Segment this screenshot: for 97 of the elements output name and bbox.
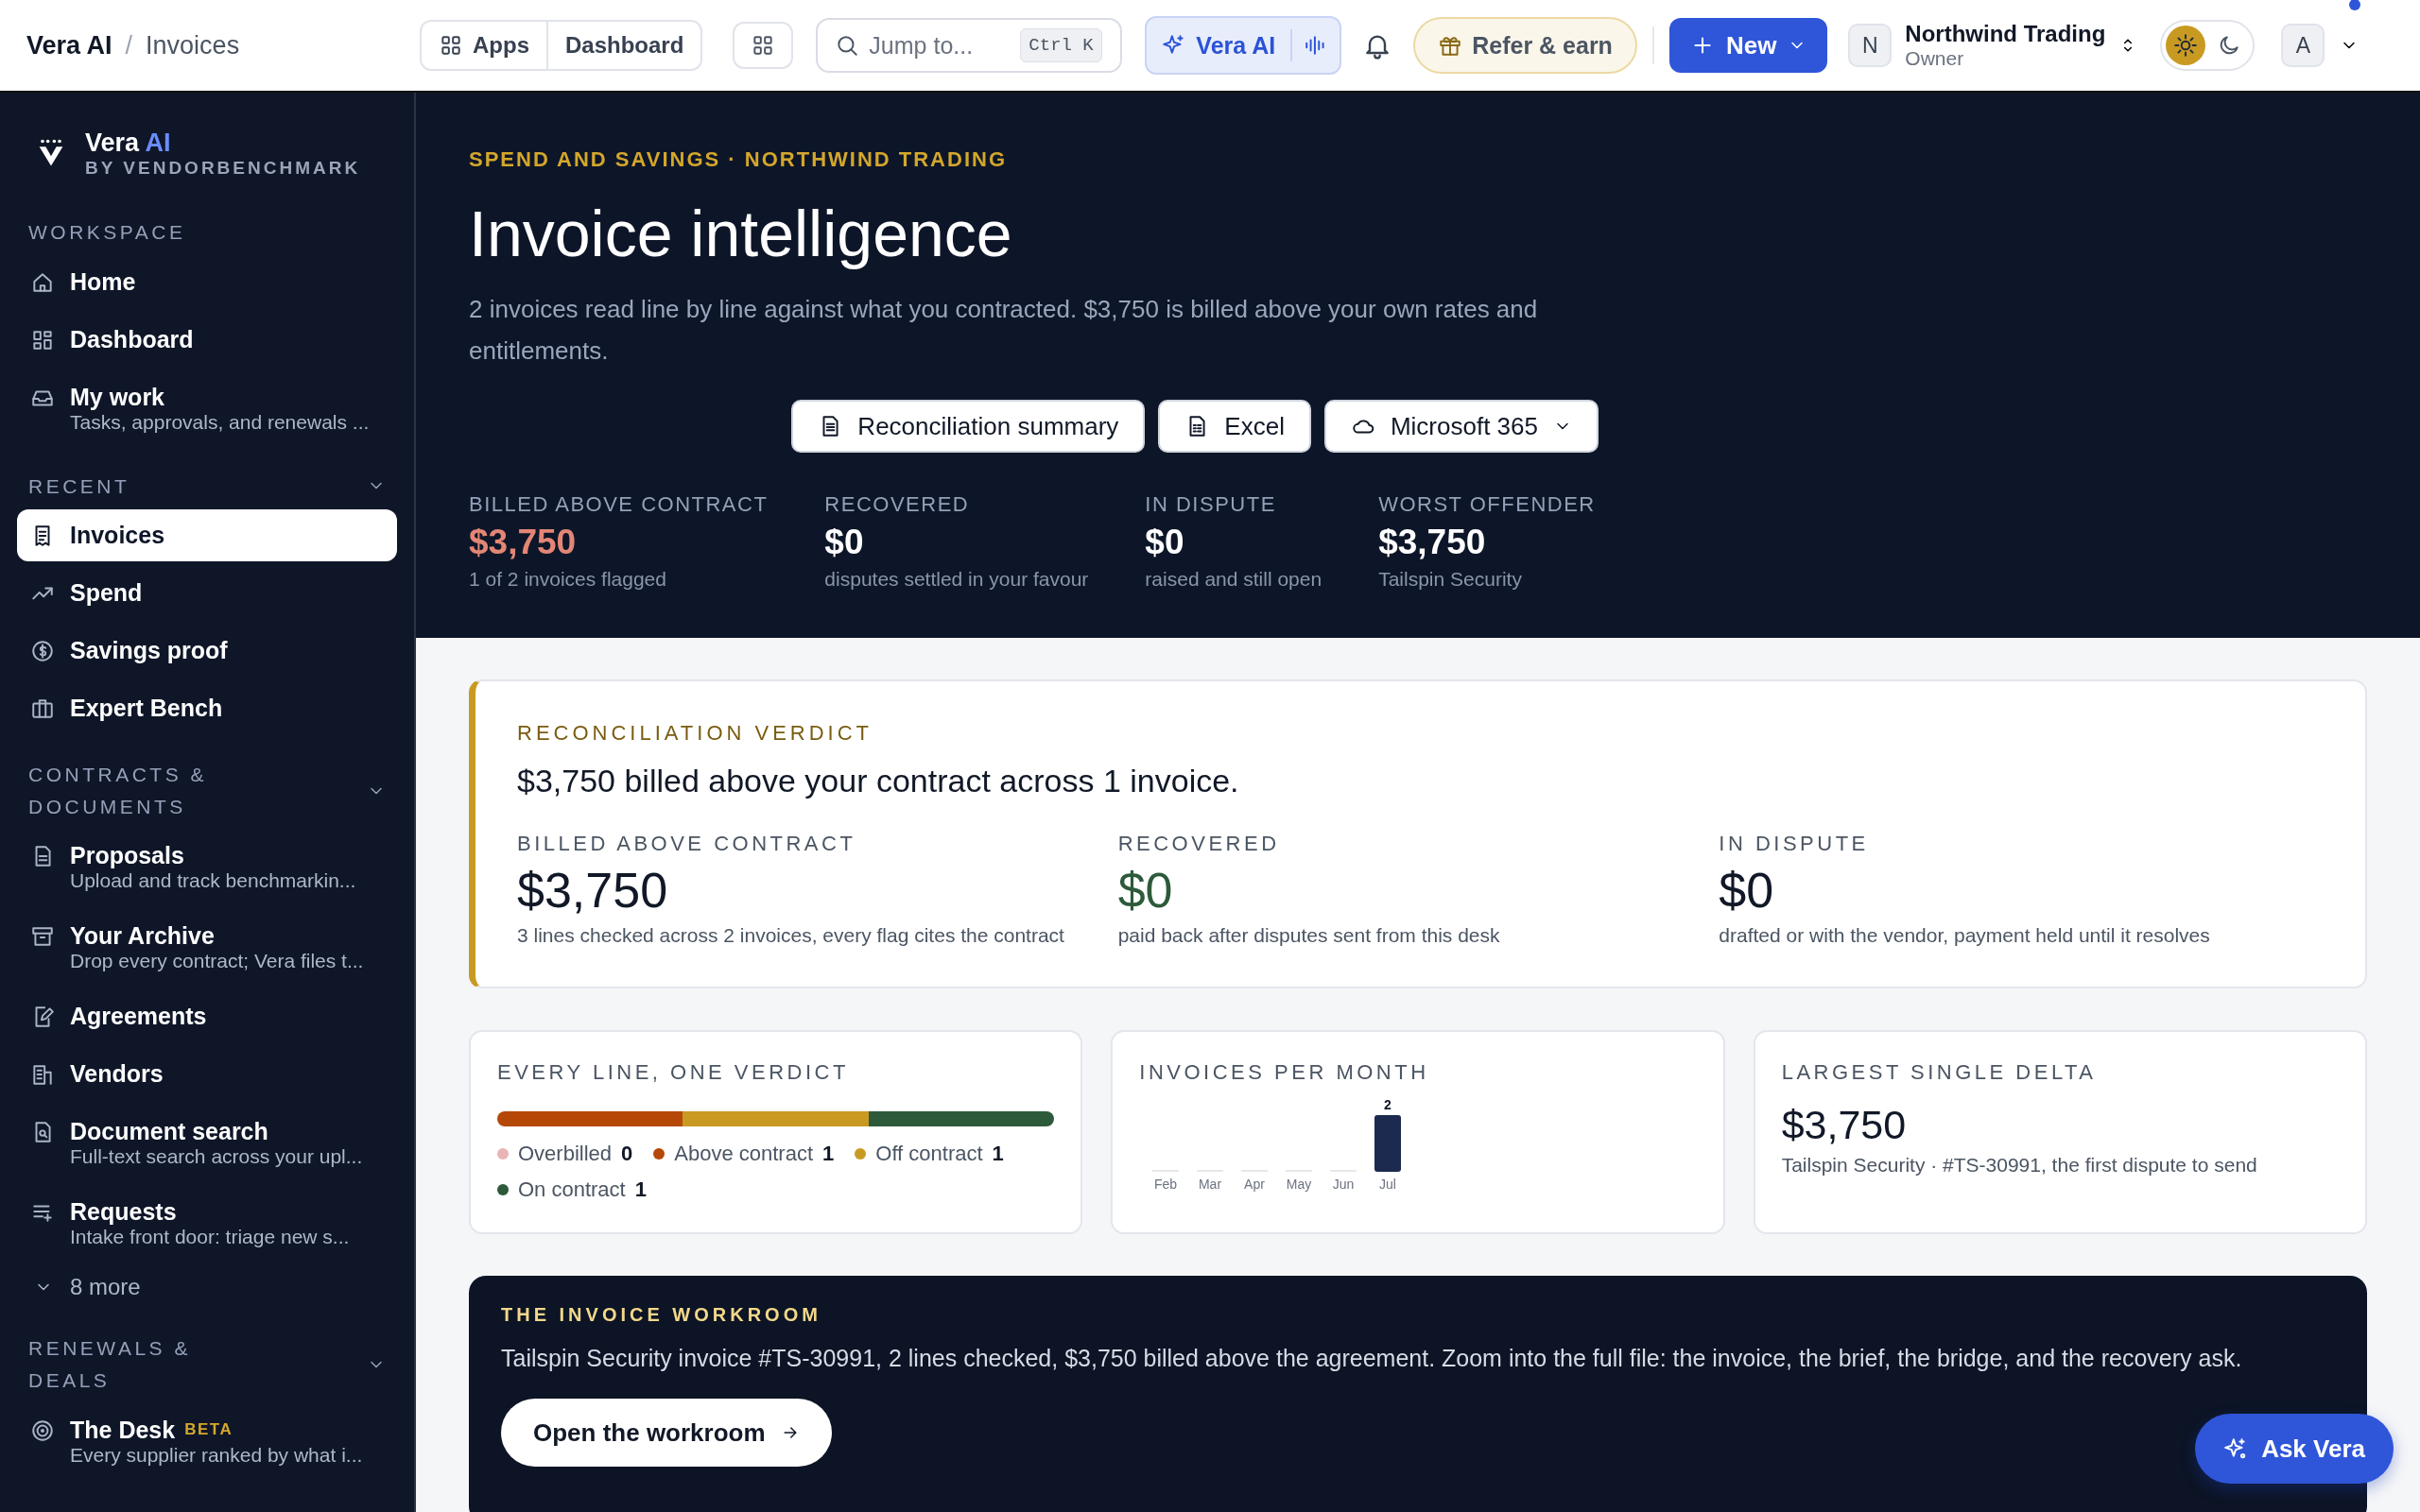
stat-note: drafted or with the vendor, payment held until it resolves xyxy=(1719,924,2211,948)
export-button[interactable]: Reconciliation summary xyxy=(791,400,1146,454)
dollar-icon xyxy=(30,639,55,664)
sun-icon xyxy=(2173,33,2199,58)
axis-label: Feb xyxy=(1154,1177,1178,1193)
org-name[interactable]: Northwind Trading xyxy=(1905,21,2106,47)
stat-value: $0 xyxy=(824,523,865,563)
org-role: Owner xyxy=(1905,47,1965,70)
legend-count: 0 xyxy=(621,1142,633,1167)
search-icon xyxy=(835,33,860,58)
sidebar-item[interactable]: My work Tasks, approvals, and renewals ... xyxy=(17,370,397,446)
export-button[interactable]: Excel xyxy=(1158,400,1311,454)
section-heading: RECENT xyxy=(28,473,131,499)
card-eyebrow: THE INVOICE WORKROOM xyxy=(501,1304,821,1327)
grid-icon xyxy=(439,33,463,58)
nav-button[interactable]: Apps xyxy=(422,22,546,69)
sidebar-item[interactable]: Document search Full-text search across your upl... xyxy=(17,1106,397,1181)
section-heading: WORKSPACE xyxy=(28,220,187,245)
legend-label: On contract xyxy=(518,1177,626,1203)
breadcrumb-link[interactable]: Invoices xyxy=(146,30,240,60)
axis-label: May xyxy=(1287,1177,1312,1193)
sidebar-item[interactable]: Expert Bench xyxy=(17,682,397,735)
sidebar-item[interactable]: The Desk BETA Every supplier ranked by what i... xyxy=(17,1403,397,1479)
stat-note: Tailspin Security xyxy=(1378,568,1523,592)
stat-note: disputes settled in your favour xyxy=(824,568,1089,592)
breadcrumb-separator: / xyxy=(125,30,133,60)
stat-note: 3 lines checked across 2 invoices, every flag cites the contract xyxy=(517,924,1065,948)
delta-note: Tailspin Security · #TS-30991, the first dispute to send xyxy=(1781,1154,2258,1177)
stat-value: $3,750 xyxy=(469,523,578,563)
building-icon xyxy=(30,1062,55,1088)
beta-label: BETA xyxy=(184,1420,233,1440)
verdict-headline: $3,750 billed above your contract across 1 invoice. xyxy=(517,763,1240,800)
workroom-text: Tailspin Security invoice #TS-30991, 2 lines checked, $3,750 billed above the agreement. Zoom into the full file: the invoice, the brief, the bridge, and the recovery ask. xyxy=(501,1345,2242,1373)
keyboard-shortcut: Ctrl K xyxy=(1020,28,1102,62)
ask-vera-button[interactable]: Ask Vera xyxy=(2195,1414,2394,1484)
eyebrow-text: SPEND AND SAVINGS · NORTHWIND TRADING xyxy=(469,147,1008,172)
search-input[interactable]: Jump to... xyxy=(869,31,1011,60)
stat-label: IN DISPUTE xyxy=(1719,832,1870,857)
nav-button[interactable]: Dashboard xyxy=(546,22,701,69)
stat-label: WORST OFFENDER xyxy=(1378,492,1596,518)
export-button[interactable]: Microsoft 365 xyxy=(1323,400,1599,454)
axis-label: Jun xyxy=(1333,1177,1355,1193)
stat-value: $0 xyxy=(1145,523,1185,563)
sidebar-item[interactable]: Home xyxy=(17,255,397,308)
card-title: LARGEST SINGLE DELTA xyxy=(1781,1060,2098,1086)
stat-label: IN DISPUTE xyxy=(1145,492,1277,518)
delta-value: $3,750 xyxy=(1781,1102,1908,1149)
stat-note: paid back after disputes sent from this desk xyxy=(1117,924,1501,948)
brand-tagline: BY VENDORBENCHMARK xyxy=(85,158,361,179)
show-more-link[interactable]: 8 more xyxy=(17,1266,397,1309)
org-avatar[interactable]: N xyxy=(1848,24,1893,67)
new-button[interactable]: New xyxy=(1668,18,1828,73)
section-heading: CONTRACTS & DOCUMENTS xyxy=(28,763,208,819)
data-label: 2 xyxy=(1384,1097,1392,1113)
stat-label: BILLED ABOVE CONTRACT xyxy=(517,832,857,857)
brand-name: Vera AI xyxy=(85,129,172,158)
axis-label: Jul xyxy=(1379,1177,1397,1193)
stat-value: $3,750 xyxy=(1378,523,1487,563)
legend-label: Above contract xyxy=(674,1142,814,1167)
legend-label: Overbilled xyxy=(518,1142,613,1167)
card-title: INVOICES PER MONTH xyxy=(1139,1060,1430,1086)
stat-label: RECOVERED xyxy=(1117,832,1281,857)
stat-label: BILLED ABOVE CONTRACT xyxy=(469,492,769,518)
stat-value: $3,750 xyxy=(517,862,669,919)
stat-value: $0 xyxy=(1117,862,1174,919)
sidebar-item[interactable]: Savings proof xyxy=(17,625,397,678)
stat-label: RECOVERED xyxy=(824,492,971,518)
page-description: 2 invoices read line by line against what you contracted. $3,750 is billed above your own rates and entitlements. xyxy=(469,294,1539,367)
target-icon xyxy=(30,1418,55,1443)
user-avatar[interactable]: A xyxy=(2281,24,2325,67)
sidebar-item[interactable]: Requests Intake front door: triage new s... xyxy=(17,1186,397,1262)
sidebar-item[interactable]: Proposals Upload and track benchmarkin... xyxy=(17,830,397,905)
stat-note: 1 of 2 invoices flagged xyxy=(469,568,667,592)
light-theme-button[interactable] xyxy=(2166,26,2206,65)
sidebar-item[interactable]: Vendors xyxy=(17,1048,397,1101)
axis-label: Apr xyxy=(1244,1177,1266,1193)
open-workroom-button[interactable]: Open the workroom xyxy=(501,1399,832,1468)
assistant-button[interactable]: Vera AI xyxy=(1147,18,1291,73)
refer-button[interactable]: Refer & earn xyxy=(1413,17,1637,74)
stat-value: $0 xyxy=(1719,862,1775,919)
card-eyebrow: RECONCILIATION VERDICT xyxy=(517,721,874,747)
apps-grid-button[interactable] xyxy=(733,22,794,69)
stat-note: raised and still open xyxy=(1145,568,1322,592)
breadcrumb-link[interactable]: Vera AI xyxy=(26,30,112,60)
sidebar-item[interactable]: Dashboard xyxy=(17,313,397,366)
card-title: EVERY LINE, ONE VERDICT xyxy=(497,1060,850,1086)
sidebar-item[interactable]: Agreements xyxy=(17,990,397,1043)
legend-count: 1 xyxy=(992,1142,1004,1167)
legend-count: 1 xyxy=(634,1177,647,1203)
legend-count: 1 xyxy=(822,1142,835,1167)
page-title: Invoice intelligence xyxy=(469,197,1013,270)
legend-label: Off contract xyxy=(875,1142,983,1167)
axis-label: Mar xyxy=(1199,1177,1222,1193)
sidebar-item[interactable]: Your Archive Drop every contract; Vera files t... xyxy=(17,910,397,986)
sidebar-item[interactable]: Spend xyxy=(17,567,397,620)
sidebar-item[interactable]: Invoices xyxy=(17,509,397,562)
section-heading: RENEWALS & DEALS xyxy=(28,1336,192,1393)
